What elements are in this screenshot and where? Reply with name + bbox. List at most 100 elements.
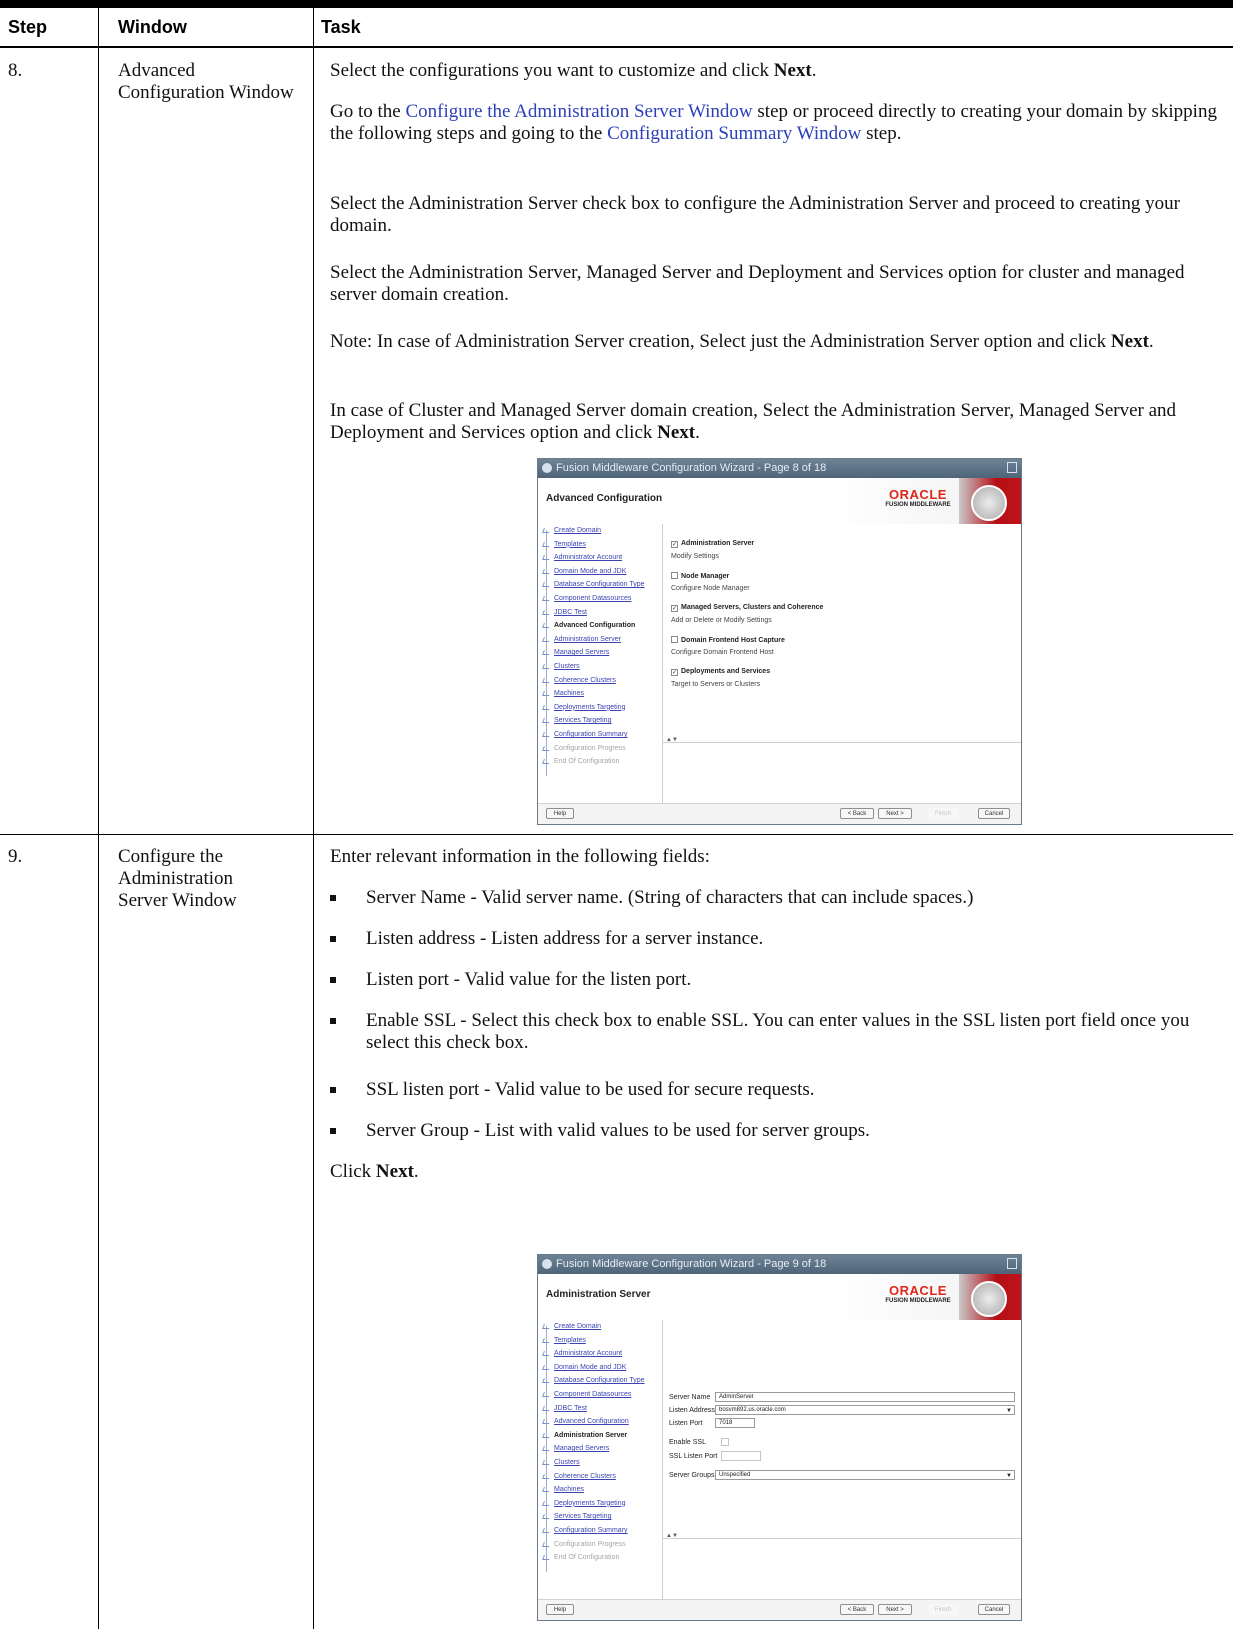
nav-step-icon [542, 1405, 551, 1411]
wizard-nav-item[interactable]: Create Domain [554, 526, 601, 535]
nav-step-icon [542, 745, 551, 751]
wizard-header: Advanced Configuration ORACLE FUSION MID… [538, 478, 1021, 524]
wizard-nav-item[interactable]: Database Configuration Type [554, 580, 645, 589]
next-button[interactable]: Next > [878, 808, 912, 819]
wizard-nav-item[interactable]: Create Domain [554, 1322, 601, 1331]
wizard-nav-item[interactable]: Advanced Configuration [554, 621, 635, 630]
back-button[interactable]: < Back [840, 1604, 874, 1615]
wizard-nav-item[interactable]: Deployments Targeting [554, 703, 625, 712]
maximize-icon[interactable] [1007, 1258, 1017, 1269]
wizard-nav-item[interactable]: Machines [554, 1485, 584, 1494]
listen-address-label: Listen Address [669, 1407, 715, 1414]
wizard-nav-item[interactable]: Configuration Summary [554, 730, 628, 739]
nav-step-icon [542, 1364, 551, 1370]
wizard-nav-item[interactable]: Component Datasources [554, 594, 631, 603]
nav-step-icon [542, 1487, 551, 1493]
wizard-screenshot-advanced-configuration: Fusion Middleware Configuration Wizard -… [537, 458, 1022, 825]
wizard-nav-item[interactable]: Services Targeting [554, 1512, 611, 1521]
wizard-nav-item[interactable]: Templates [554, 540, 586, 549]
window-name: Advanced Configuration Window [118, 60, 294, 103]
option-domain-frontend-host[interactable]: Domain Frontend Host Capture Configure Do… [671, 636, 785, 656]
window-icon [542, 463, 552, 473]
server-groups-select[interactable]: Unspecified ▼ [715, 1470, 1015, 1480]
finish-button[interactable]: Finish [928, 1604, 958, 1615]
wizard-nav-item[interactable]: Administration Server [554, 635, 621, 644]
bullet-icon [330, 1018, 336, 1024]
help-button[interactable]: Help [546, 808, 574, 819]
wizard-message-panel: ▲▼ [662, 737, 1021, 804]
wizard-footer: Help < Back Next > Finish Cancel [538, 803, 1021, 824]
wizard-nav-item[interactable]: Administration Server [554, 1431, 627, 1440]
enable-ssl-label: Enable SSL [669, 1439, 706, 1446]
table-header-row: Step Window Task [0, 8, 1233, 48]
task-paragraph: Select the Administration Server, Manage… [330, 262, 1185, 305]
wizard-nav-item[interactable]: Clusters [554, 1458, 580, 1467]
listen-address-select[interactable]: bosvm892.us.oracle.com ▼ [715, 1405, 1015, 1415]
wizard-nav-item[interactable]: Domain Mode and JDK [554, 1363, 626, 1372]
help-button[interactable]: Help [546, 1604, 574, 1615]
wizard-nav-item[interactable]: Component Datasources [554, 1390, 631, 1399]
ssl-listen-port-input[interactable] [721, 1451, 761, 1461]
ssl-listen-port-label: SSL Listen Port [669, 1453, 718, 1460]
column-divider [313, 8, 314, 1629]
nav-step-icon [542, 1460, 551, 1465]
back-button[interactable]: < Back [840, 808, 874, 819]
bullet-icon [330, 895, 336, 901]
nav-step-icon [542, 555, 551, 561]
server-name-input[interactable]: AdminServer [715, 1392, 1015, 1402]
wizard-nav-item[interactable]: Services Targeting [554, 716, 611, 725]
checkbox-icon: ✓ [671, 669, 678, 676]
next-button[interactable]: Next > [878, 1604, 912, 1615]
wizard-nav-item[interactable]: Coherence Clusters [554, 676, 616, 685]
nav-step-icon [542, 609, 551, 615]
nav-step-icon [542, 596, 551, 601]
wizard-nav-item[interactable]: Templates [554, 1336, 586, 1345]
finish-button[interactable]: Finish [928, 808, 958, 819]
wizard-title: Fusion Middleware Configuration Wizard -… [556, 462, 827, 474]
wizard-nav-item: End Of Configuration [554, 1554, 620, 1562]
wizard-nav-item[interactable]: Machines [554, 689, 584, 698]
wizard-nav-item[interactable]: Database Configuration Type [554, 1376, 645, 1385]
nav-step-icon [542, 732, 551, 737]
wizard-nav-item[interactable]: Administrator Account [554, 553, 622, 562]
wizard-nav-item[interactable]: Managed Servers [554, 648, 609, 657]
bullet-icon [330, 1128, 336, 1134]
wizard-nav-item[interactable]: Advanced Configuration [554, 1417, 629, 1426]
cancel-button[interactable]: Cancel [978, 808, 1010, 819]
nav-step-icon [542, 1392, 551, 1397]
nav-step-icon [542, 691, 551, 697]
wizard-nav-item[interactable]: Administrator Account [554, 1349, 622, 1358]
listen-port-input[interactable]: 7018 [715, 1418, 755, 1428]
wizard-nav-item[interactable]: Managed Servers [554, 1444, 609, 1453]
option-deployments-services[interactable]: ✓ Deployments and Services Target to Serve… [671, 668, 770, 688]
wizard-nav: Create Domain Templates Administrator Acco… [538, 524, 662, 800]
enable-ssl-checkbox[interactable] [721, 1438, 729, 1446]
wizard-nav-item[interactable]: Deployments Targeting [554, 1499, 625, 1508]
wizard-nav-item[interactable]: JDBC Test [554, 1404, 587, 1413]
option-node-manager[interactable]: Node Manager Configure Node Manager [671, 572, 750, 592]
wizard-nav-item[interactable]: Configuration Summary [554, 1526, 628, 1535]
bullet-icon [330, 936, 336, 942]
wizard-nav-item[interactable]: JDBC Test [554, 608, 587, 617]
cancel-button[interactable]: Cancel [978, 1604, 1010, 1615]
wizard-nav-item: Configuration Progress [554, 1540, 626, 1548]
splitter-handle-icon[interactable]: ▲▼ [666, 737, 678, 743]
header-window: Window [118, 16, 187, 37]
option-managed-servers[interactable]: ✓ Managed Servers, Clusters and Coherence… [671, 604, 823, 624]
header-task: Task [321, 16, 361, 37]
wizard-message-panel: ▲▼ [662, 1533, 1021, 1600]
nav-step-icon [542, 1541, 551, 1547]
wizard-nav-item[interactable]: Clusters [554, 662, 580, 671]
maximize-icon[interactable] [1007, 462, 1017, 473]
option-administration-server[interactable]: ✓ Administration Server Modify Settings [671, 540, 754, 560]
wizard-nav-item[interactable]: Coherence Clusters [554, 1472, 616, 1481]
oracle-badge-icon [959, 1274, 1021, 1320]
wizard-nav-item: Configuration Progress [554, 744, 626, 752]
splitter-handle-icon[interactable]: ▲▼ [666, 1533, 678, 1539]
dropdown-arrow-icon: ▼ [1006, 1473, 1012, 1479]
wizard-nav-item[interactable]: Domain Mode and JDK [554, 567, 626, 576]
link-configure-admin-server[interactable]: Configure the Administration Server Wind… [405, 101, 752, 122]
link-configuration-summary[interactable]: Configuration Summary Window [607, 123, 861, 144]
oracle-badge-icon [959, 478, 1021, 524]
nav-step-icon [542, 704, 551, 710]
